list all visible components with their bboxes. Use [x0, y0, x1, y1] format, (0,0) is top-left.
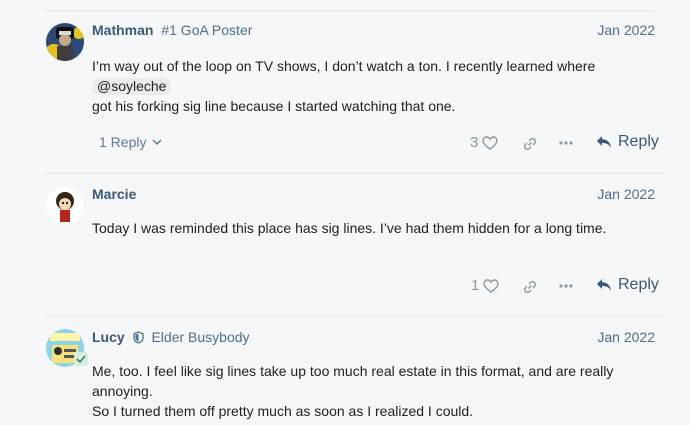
reply-button[interactable]: Reply	[596, 276, 659, 294]
post-mathman: Mathman #1 GoA Poster Jan 2022 I’m way o…	[0, 0, 690, 170]
post-body-text: got his forking sig line because I start…	[92, 98, 456, 114]
user-title: #1 GoA Poster	[161, 22, 253, 38]
replies-label: 1 Reply	[99, 134, 147, 150]
post-body: Me, too. I feel like sig lines take up t…	[92, 361, 652, 421]
user-title: Elder Busybody	[151, 329, 250, 345]
reply-arrow-icon	[597, 136, 611, 148]
post-date[interactable]: Jan 2022	[597, 186, 655, 202]
link-icon[interactable]	[522, 137, 538, 151]
avatar[interactable]	[46, 187, 84, 225]
more-icon[interactable]	[559, 284, 573, 288]
reply-label: Reply	[618, 276, 659, 293]
username[interactable]: Lucy	[92, 329, 125, 345]
link-icon[interactable]	[522, 280, 538, 294]
chevron-down-icon	[152, 138, 162, 145]
post-body-text: I’m way out of the loop on TV shows, I d…	[92, 58, 596, 74]
like-button[interactable]: 1	[471, 277, 500, 294]
post-body-text: Me, too. I feel like sig lines take up t…	[92, 363, 614, 399]
post-body: I’m way out of the loop on TV shows, I d…	[92, 56, 652, 116]
heart-icon	[482, 135, 499, 150]
like-count: 1	[471, 277, 480, 294]
reply-button[interactable]: Reply	[596, 133, 659, 151]
heart-icon	[483, 278, 500, 293]
post-body: Today I was reminded this place has sig …	[92, 218, 652, 238]
post-actions: 1 Reply 3 Reply	[0, 128, 690, 158]
shield-icon	[132, 331, 144, 344]
reply-arrow-icon	[597, 279, 611, 291]
post-date[interactable]: Jan 2022	[597, 22, 655, 38]
like-count: 3	[470, 134, 479, 151]
moderator-badge-icon	[74, 352, 88, 366]
show-replies-button[interactable]: 1 Reply	[99, 134, 162, 150]
avatar[interactable]	[46, 23, 84, 61]
post-meta: Marcie	[92, 186, 136, 202]
more-icon[interactable]	[559, 141, 573, 145]
post-lucy: Lucy Elder Busybody Jan 2022 Me, too. I …	[0, 316, 690, 425]
post-body-text: So I turned them off pretty much as soon…	[92, 403, 474, 419]
username[interactable]: Mathman	[92, 22, 153, 38]
user-mention[interactable]: @soyleche	[92, 78, 172, 95]
username[interactable]: Marcie	[92, 186, 136, 202]
reply-label: Reply	[618, 133, 659, 150]
post-body-text: Today I was reminded this place has sig …	[92, 220, 607, 236]
post-marcie: Marcie Jan 2022 Today I was reminded thi…	[0, 173, 690, 316]
post-actions: 1 Reply	[0, 271, 690, 301]
post-meta: Mathman #1 GoA Poster	[92, 22, 252, 38]
like-button[interactable]: 3	[470, 134, 499, 151]
post-meta: Lucy Elder Busybody	[92, 329, 250, 345]
post-date[interactable]: Jan 2022	[597, 329, 655, 345]
